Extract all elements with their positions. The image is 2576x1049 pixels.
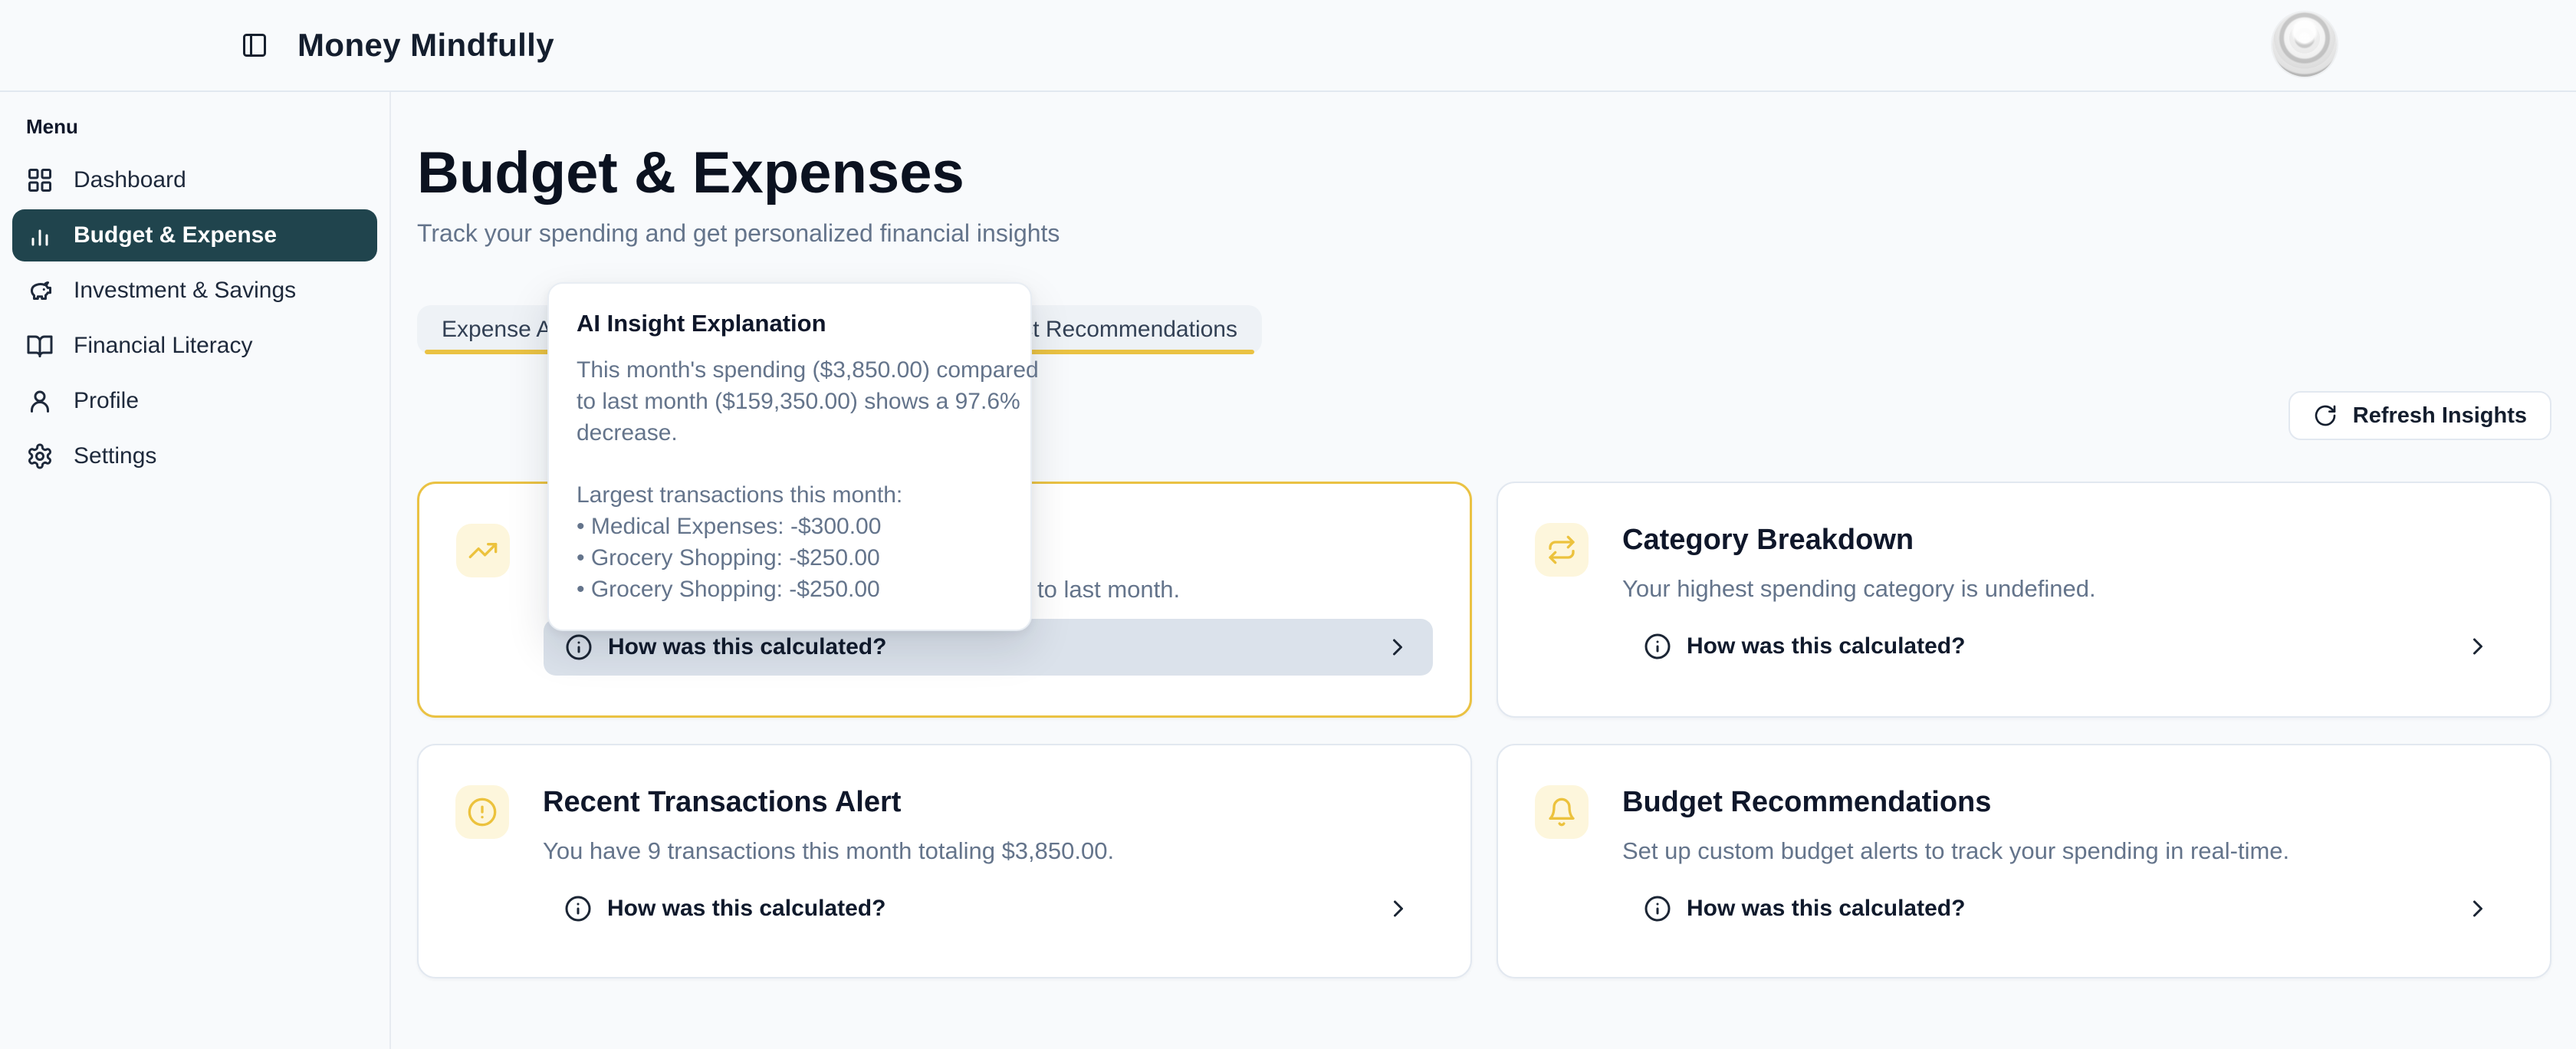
sidebar-toggle-button[interactable] (233, 24, 276, 67)
card-title: Budget Recommendations (1622, 785, 2513, 819)
info-icon (565, 633, 593, 661)
popover-list-item: • Medical Expenses: -$300.00 (577, 511, 1003, 542)
card-title: Recent Transactions Alert (543, 785, 1434, 819)
chevron-right-icon (1385, 895, 1412, 922)
category-breakdown-card: Category Breakdown Your highest spending… (1497, 482, 2551, 718)
sidebar-item-settings[interactable]: Settings (12, 430, 377, 482)
sidebar-item-investment-savings[interactable]: Investment & Savings (12, 265, 377, 317)
chevron-right-icon (2464, 633, 2492, 660)
sidebar-item-budget-expense[interactable]: Budget & Expense (12, 209, 377, 261)
how-calculated-label: How was this calculated? (1687, 896, 1965, 922)
popover-title: AI Insight Explanation (577, 308, 1003, 339)
page-subtitle: Track your spending and get personalized… (417, 219, 2551, 247)
ai-insight-popover: AI Insight Explanation This month's spen… (547, 282, 1032, 631)
sidebar-item-label: Financial Literacy (74, 333, 252, 359)
app-title: Money Mindfully (297, 27, 554, 64)
info-icon (1644, 895, 1671, 922)
info-icon (564, 895, 592, 922)
bar-chart-icon (26, 222, 54, 249)
recent-transactions-card: Recent Transactions Alert You have 9 tra… (417, 744, 1472, 978)
sidebar-item-financial-literacy[interactable]: Financial Literacy (12, 320, 377, 372)
sidebar-item-label: Investment & Savings (74, 278, 296, 304)
refresh-icon (2313, 403, 2338, 428)
sidebar-item-profile[interactable]: Profile (12, 375, 377, 427)
panel-left-icon (241, 31, 268, 59)
popover-list-item: • Grocery Shopping: -$250.00 (577, 574, 1003, 605)
card-description: Your highest spending category is undefi… (1622, 574, 2513, 604)
piggy-bank-icon (26, 277, 54, 304)
repeat-icon (1546, 534, 1577, 565)
refresh-insights-label: Refresh Insights (2353, 403, 2527, 429)
how-calculated-label: How was this calculated? (608, 634, 886, 660)
how-calculated-label: How was this calculated? (1687, 633, 1965, 659)
alert-circle-icon (467, 797, 498, 827)
gear-icon (26, 442, 54, 470)
how-calculated-label: How was this calculated? (607, 896, 886, 922)
popover-body-line: decrease. (577, 417, 1003, 449)
book-open-icon (26, 332, 54, 360)
bell-icon (1546, 797, 1577, 827)
budget-recommendations-card: Budget Recommendations Set up custom bud… (1497, 744, 2551, 978)
how-calculated-button[interactable]: How was this calculated? (543, 880, 1434, 937)
card-description: Set up custom budget alerts to track you… (1622, 836, 2513, 866)
sidebar: Menu Dashboard Budget & Expense Investme… (0, 90, 391, 1049)
app-root: Money Mindfully Menu Dashboard Budget & … (0, 0, 2576, 1049)
sidebar-item-dashboard[interactable]: Dashboard (12, 154, 377, 206)
trending-up-icon (468, 535, 498, 566)
popover-body-line: to last month ($159,350.00) shows a 97.6… (577, 386, 1003, 417)
page-title: Budget & Expenses (417, 141, 2551, 206)
sidebar-item-label: Settings (74, 443, 156, 469)
info-icon (1644, 633, 1671, 660)
user-avatar[interactable] (2272, 12, 2337, 77)
popover-list-item: • Grocery Shopping: -$250.00 (577, 542, 1003, 574)
how-calculated-button[interactable]: How was this calculated? (1622, 618, 2513, 675)
popover-list-heading: Largest transactions this month: (577, 479, 1003, 511)
sidebar-item-label: Profile (74, 388, 139, 414)
sidebar-item-label: Budget & Expense (74, 222, 277, 248)
popover-body-line: This month's spending ($3,850.00) compar… (577, 354, 1003, 386)
card-title: Category Breakdown (1622, 523, 2513, 557)
chevron-right-icon (1384, 633, 1411, 661)
top-header: Money Mindfully (0, 0, 2576, 92)
refresh-insights-button[interactable]: Refresh Insights (2288, 391, 2551, 440)
sidebar-nav: Dashboard Budget & Expense Investment & … (0, 154, 389, 482)
user-icon (26, 387, 54, 415)
sidebar-item-label: Dashboard (74, 167, 186, 193)
layout-grid-icon (26, 166, 54, 194)
how-calculated-button[interactable]: How was this calculated? (1622, 880, 2513, 937)
sidebar-section-label: Menu (26, 115, 389, 139)
card-description: You have 9 transactions this month total… (543, 836, 1434, 866)
chevron-right-icon (2464, 895, 2492, 922)
